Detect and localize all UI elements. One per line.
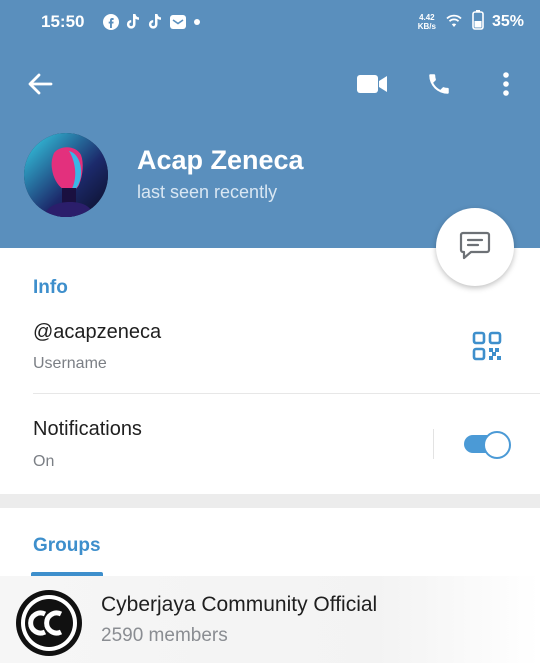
profile-name: Acap Zeneca xyxy=(137,145,304,175)
row-divider xyxy=(33,393,540,394)
battery-percent: 35% xyxy=(491,13,524,30)
mail-icon xyxy=(169,14,187,30)
notifications-label: Notifications xyxy=(33,418,142,440)
notifications-toggle[interactable] xyxy=(462,430,511,459)
toggle-separator xyxy=(433,429,434,459)
profile-avatar[interactable] xyxy=(24,133,108,217)
notifications-status: On xyxy=(33,453,55,470)
info-section-title: Info xyxy=(33,277,68,298)
facebook-icon xyxy=(103,14,119,30)
section-separator xyxy=(0,494,540,508)
video-call-icon[interactable] xyxy=(354,68,390,100)
group-member-count: 2590 members xyxy=(101,625,228,646)
network-speed-unit: KB/s xyxy=(417,22,436,31)
battery-icon xyxy=(472,9,484,35)
status-time: 15:50 xyxy=(41,12,85,31)
username-label: Username xyxy=(33,355,107,372)
tiktok-icon xyxy=(147,13,163,31)
group-list-item[interactable]: Cyberjaya Community Official 2590 member… xyxy=(0,576,540,663)
tiktok-icon xyxy=(125,13,141,31)
status-bar: 15:50 4.42 KB/s 35% xyxy=(0,0,540,44)
status-right: 4.42 KB/s 35% xyxy=(418,9,524,35)
groups-tab[interactable]: Groups xyxy=(33,535,101,557)
more-vertical-icon[interactable] xyxy=(492,68,520,100)
back-arrow-icon[interactable] xyxy=(24,68,56,100)
dot-icon xyxy=(193,18,201,26)
message-button[interactable] xyxy=(436,208,514,286)
message-icon xyxy=(459,230,491,265)
notification-icons xyxy=(103,12,201,32)
phone-icon[interactable] xyxy=(422,68,456,100)
username-value[interactable]: @acapzeneca xyxy=(33,321,161,344)
group-name: Cyberjaya Community Official xyxy=(101,593,378,616)
qr-code-icon[interactable] xyxy=(472,331,504,363)
network-speed-value: 4.42 xyxy=(419,13,435,22)
profile-last-seen: last seen recently xyxy=(137,182,278,202)
wifi-icon xyxy=(444,12,464,33)
network-speed: 4.42 KB/s xyxy=(418,13,436,31)
group-avatar xyxy=(16,590,82,656)
toggle-knob xyxy=(483,431,511,459)
